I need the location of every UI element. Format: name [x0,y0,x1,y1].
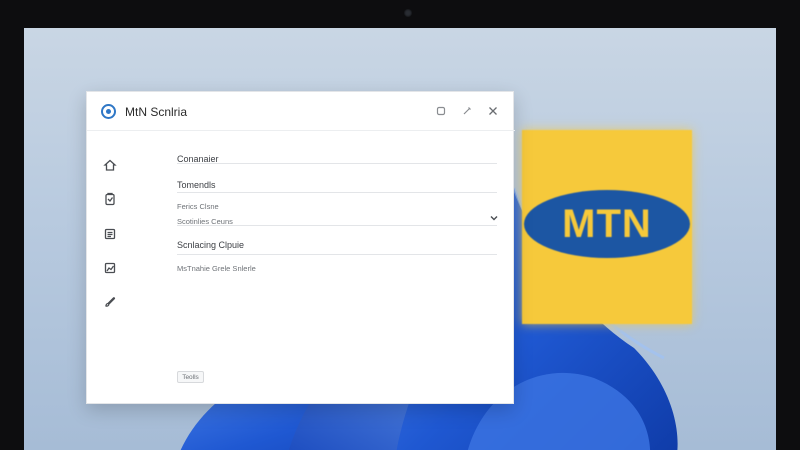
field-label-4: Scnlacing Clpuie [177,240,245,250]
mtn-logo-oval: MTN [524,190,690,258]
edit-icon[interactable] [459,103,475,119]
webcam [404,9,412,17]
mtn-logo-tile: MTN [522,130,692,324]
dropdown-underline [177,225,497,226]
list-icon[interactable] [103,227,117,241]
field-input-2[interactable] [177,192,497,193]
app-window: MtN Scnlria Conanaier Tomendls Ferics Cl… [86,91,515,404]
dropdown-label: Ferics Clsne [177,202,219,211]
tools-button[interactable]: Teolls [177,371,204,383]
chevron-down-icon[interactable] [489,210,499,221]
window-title: MtN Scnlria [125,105,188,119]
field-label-2: Tomendls [177,180,216,190]
field-helper-text: MsTnahie Grele Snlerle [177,264,256,273]
clipboard-icon[interactable] [103,192,117,206]
laptop-bezel: MTN MtN Scnlria Conanaier Tomendls Feric… [0,0,800,450]
pin-icon[interactable] [433,103,449,119]
title-divider [87,130,515,131]
home-icon[interactable] [103,158,117,172]
mtn-logo-text: MTN [562,201,652,246]
close-icon[interactable] [485,103,501,119]
field-input-4[interactable] [177,254,497,255]
field-input-1[interactable] [177,163,497,164]
chart-icon[interactable] [103,261,117,275]
app-logo-icon [101,104,116,119]
brush-icon[interactable] [103,295,117,309]
title-bar[interactable]: MtN Scnlria [87,92,515,132]
